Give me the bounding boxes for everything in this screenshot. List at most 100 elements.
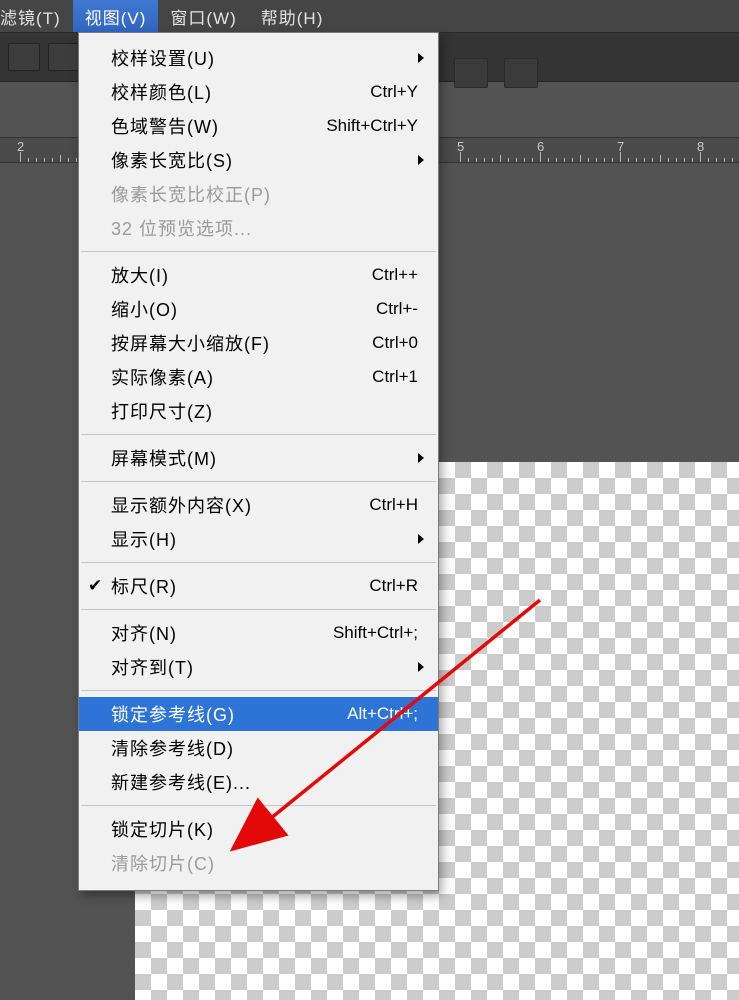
ruler-tick [28,158,29,162]
menu-separator [81,251,436,252]
menu-item-lock-slices[interactable]: 锁定切片(K) [79,812,438,846]
menu-item-lock-guides[interactable]: 锁定参考线(G)Alt+Ctrl+; [79,697,438,731]
ruler-tick [484,158,485,162]
ruler-tick [44,158,45,162]
ruler-tick [580,155,581,162]
ruler-tick [60,155,61,162]
panel-toggle-2[interactable] [504,58,538,88]
view-menu-dropdown: 校样设置(U)校样颜色(L)Ctrl+Y色域警告(W)Shift+Ctrl+Y像… [78,32,439,891]
menu-item-screen-mode[interactable]: 屏幕模式(M) [79,441,438,475]
menu-item-label: 像素长宽比校正(P) [111,181,418,207]
ruler-tick [516,158,517,162]
ruler-tick [572,158,573,162]
menu-separator [81,690,436,691]
tool-option-button-2[interactable] [48,43,80,71]
ruler-tick [604,158,605,162]
menu-item-snap-to[interactable]: 对齐到(T) [79,650,438,684]
ruler-tick [588,158,589,162]
menu-item-rulers[interactable]: ✔标尺(R)Ctrl+R [79,569,438,603]
menu-item-zoom-out[interactable]: 缩小(O)Ctrl+- [79,292,438,326]
ruler-tick [620,152,621,162]
menu-separator [81,434,436,435]
ruler-tick [652,158,653,162]
menu-item-shortcut: Ctrl+H [369,495,418,515]
menu-view[interactable]: 视图(V) [73,0,159,32]
menu-separator [81,609,436,610]
panel-toggle-1[interactable] [454,58,488,88]
menu-separator [81,562,436,563]
menu-item-print-size[interactable]: 打印尺寸(Z) [79,394,438,428]
menu-item-clear-slices: 清除切片(C) [79,846,438,880]
menu-item-zoom-in[interactable]: 放大(I)Ctrl++ [79,258,438,292]
menu-item-pixel-aspect[interactable]: 像素长宽比(S) [79,143,438,177]
ruler-tick [460,152,461,162]
submenu-arrow-icon [418,53,424,63]
ruler-tick [732,158,733,162]
menu-item-snap[interactable]: 对齐(N)Shift+Ctrl+; [79,616,438,650]
menu-item-label: 实际像素(A) [111,364,372,390]
ruler-tick [692,158,693,162]
ruler-tick [52,158,53,162]
ruler-tick [700,152,701,162]
panel-dock-buttons [454,58,538,88]
menu-item-fit-screen[interactable]: 按屏幕大小缩放(F)Ctrl+0 [79,326,438,360]
ruler-tick [476,158,477,162]
menu-item-label: 打印尺寸(Z) [111,398,418,424]
menu-item-label: 屏幕模式(M) [111,445,418,471]
menu-item-shortcut: Shift+Ctrl+Y [326,116,418,136]
menu-item-new-guide[interactable]: 新建参考线(E)... [79,765,438,799]
ruler-tick [708,158,709,162]
ruler-tick [20,152,21,162]
menu-item-label: 放大(I) [111,262,372,288]
ruler-tick [564,158,565,162]
ruler-tick [508,158,509,162]
menu-item-show[interactable]: 显示(H) [79,522,438,556]
submenu-arrow-icon [418,155,424,165]
menu-item-label: 对齐到(T) [111,654,418,680]
menubar: 滤镜(T) 视图(V) 窗口(W) 帮助(H) [0,0,739,32]
menu-item-label: 缩小(O) [111,296,376,322]
ruler-tick [644,158,645,162]
menu-item-label: 色域警告(W) [111,113,326,139]
ruler-tick [612,158,613,162]
ruler-tick [556,158,557,162]
menu-item-label: 对齐(N) [111,620,333,646]
menu-item-label: 新建参考线(E)... [111,769,418,795]
menu-item-shortcut: Ctrl+Y [370,82,418,102]
menu-item-shortcut: Ctrl++ [372,265,418,285]
menu-help[interactable]: 帮助(H) [249,0,336,32]
menu-filter[interactable]: 滤镜(T) [0,0,73,32]
ruler-tick [532,158,533,162]
menu-window[interactable]: 窗口(W) [158,0,248,32]
ruler-tick [540,152,541,162]
menu-item-clear-guides[interactable]: 清除参考线(D) [79,731,438,765]
menu-separator [81,481,436,482]
ruler-tick [628,158,629,162]
menu-item-proof-setup[interactable]: 校样设置(U) [79,41,438,75]
menu-item-gamut-warning[interactable]: 色域警告(W)Shift+Ctrl+Y [79,109,438,143]
menu-item-actual-pixels[interactable]: 实际像素(A)Ctrl+1 [79,360,438,394]
ruler-tick [684,158,685,162]
menu-item-label: 像素长宽比(S) [111,147,418,173]
ruler-tick [676,158,677,162]
menu-item-shortcut: Ctrl+- [376,299,418,319]
menu-item-label: 锁定切片(K) [111,816,418,842]
menu-item-label: 清除参考线(D) [111,735,418,761]
menu-item-label: 按屏幕大小缩放(F) [111,330,372,356]
ruler-tick [548,158,549,162]
menu-separator [81,805,436,806]
menu-item-label: 校样设置(U) [111,45,418,71]
menu-item-label: 锁定参考线(G) [111,701,347,727]
menu-item-shortcut: Ctrl+0 [372,333,418,353]
ruler-tick [596,158,597,162]
submenu-arrow-icon [418,662,424,672]
ruler-tick [716,158,717,162]
ruler-tick [500,155,501,162]
menu-item-32bit-preview: 32 位预览选项... [79,211,438,245]
menu-item-shortcut: Alt+Ctrl+; [347,704,418,724]
ruler-tick [524,158,525,162]
menu-item-proof-colors[interactable]: 校样颜色(L)Ctrl+Y [79,75,438,109]
menu-item-show-extras[interactable]: 显示额外内容(X)Ctrl+H [79,488,438,522]
tool-option-button-1[interactable] [8,43,40,71]
ruler-tick [68,158,69,162]
